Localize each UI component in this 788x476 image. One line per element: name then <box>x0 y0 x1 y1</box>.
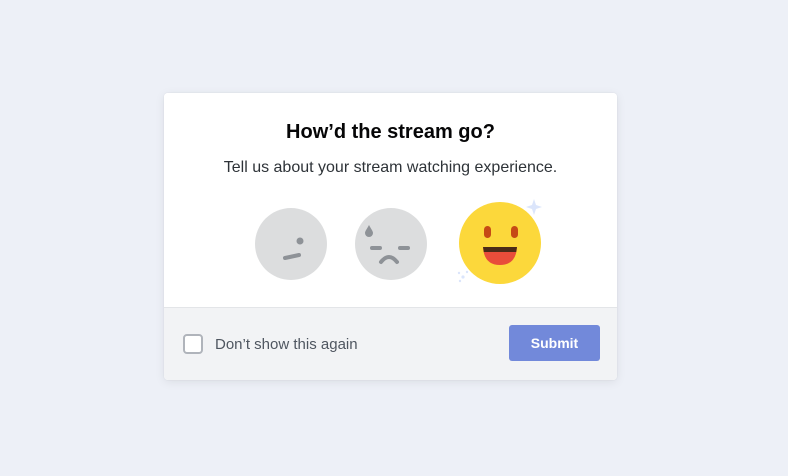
rating-happy-button[interactable] <box>454 197 550 289</box>
rating-sad-button[interactable] <box>354 207 428 281</box>
dont-show-again-checkbox-row[interactable]: Don’t show this again <box>183 332 358 356</box>
feedback-dialog: How’d the stream go? Tell us about your … <box>164 93 617 380</box>
dialog-body: How’d the stream go? Tell us about your … <box>164 93 617 307</box>
dialog-subtitle: Tell us about your stream watching exper… <box>223 159 558 176</box>
dont-show-again-label: Don’t show this again <box>215 335 358 353</box>
rating-neutral-button[interactable] <box>254 207 328 281</box>
neutral-face-icon <box>255 208 327 280</box>
submit-button[interactable]: Submit <box>509 325 600 361</box>
happy-face-icon <box>457 199 542 284</box>
sad-sweat-face-icon <box>355 208 427 280</box>
dont-show-again-checkbox[interactable] <box>183 334 203 354</box>
dialog-footer: Don’t show this again Submit <box>164 307 617 380</box>
dialog-title: How’d the stream go? <box>286 121 495 143</box>
